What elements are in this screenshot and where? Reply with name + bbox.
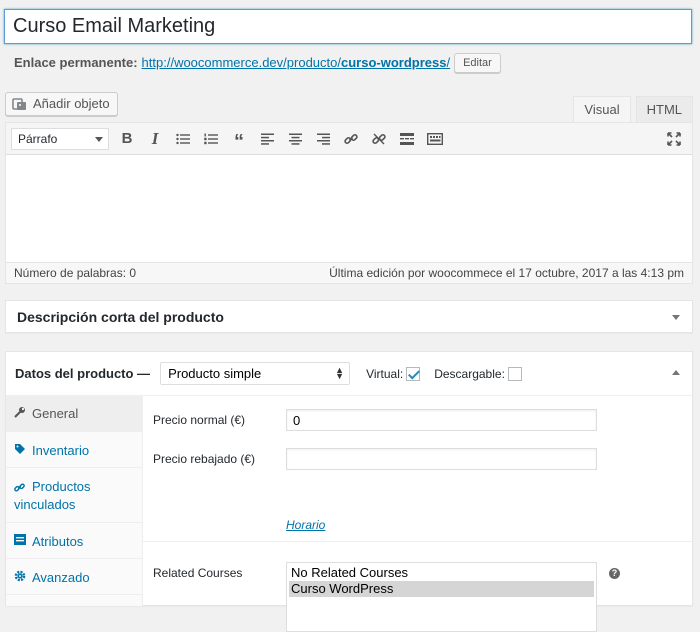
editor-toolbar: Párrafo B I “ <box>6 123 692 155</box>
align-center-icon[interactable] <box>281 126 309 152</box>
related-courses-label: Related Courses <box>153 566 243 580</box>
post-title-input[interactable] <box>4 9 692 44</box>
format-select[interactable]: Párrafo <box>11 127 109 150</box>
link-icon[interactable] <box>337 126 365 152</box>
chevron-down-icon <box>95 136 103 142</box>
editor-statusbar: Número de palabras: 0 Última edición por… <box>6 262 692 283</box>
product-type-select[interactable]: Producto simple ▲ ▼ <box>160 362 351 385</box>
short-description-title: Descripción corta del producto <box>17 309 224 325</box>
permalink-trailing: / <box>446 55 451 70</box>
product-tab-label: Productos vinculados <box>14 479 91 512</box>
add-media-label: Añadir objeto <box>33 96 110 111</box>
product-tab-general[interactable]: General <box>6 396 142 432</box>
product-data-body: General Inventario Productos vinculados … <box>6 396 692 632</box>
product-tab-advanced[interactable]: Avanzado <box>6 559 142 595</box>
last-edit-info: Última edición por woocommece el 17 octu… <box>329 266 684 280</box>
permalink-label: Enlace permanente: <box>14 55 138 70</box>
short-description-metabox[interactable]: Descripción corta del producto <box>5 300 693 333</box>
align-left-icon[interactable] <box>253 126 281 152</box>
product-tab-label: General <box>32 406 79 421</box>
downloadable-checkbox[interactable] <box>507 366 522 381</box>
downloadable-label: Descargable: <box>434 366 505 381</box>
permalink-row: Enlace permanente: http://woocommerce.de… <box>14 52 501 74</box>
tab-visual[interactable]: Visual <box>573 96 631 123</box>
permalink-slug: curso-wordpress <box>340 55 447 70</box>
product-data-tabs: General Inventario Productos vinculados … <box>6 396 143 606</box>
regular-price-input[interactable] <box>286 409 597 431</box>
help-icon[interactable]: ? <box>609 568 620 579</box>
general-panel: Precio normal (€) Precio rebajado (€) Ho… <box>143 396 692 632</box>
select-arrows-icon: ▲ ▼ <box>335 365 345 381</box>
link-icon <box>14 480 32 498</box>
permalink-link[interactable]: http://woocommerce.dev/producto/curso-wo… <box>142 52 451 74</box>
tab-html[interactable]: HTML <box>635 96 693 123</box>
bold-icon[interactable]: B <box>113 126 141 152</box>
schedule-link[interactable]: Horario <box>286 518 325 532</box>
related-course-option[interactable]: No Related Courses <box>289 565 594 581</box>
toolbar-toggle-icon[interactable] <box>421 126 449 152</box>
table-icon <box>14 534 32 548</box>
unlink-icon[interactable] <box>365 126 393 152</box>
related-course-option-selected[interactable]: Curso WordPress <box>289 581 594 597</box>
align-right-icon[interactable] <box>309 126 337 152</box>
panel-divider <box>143 541 692 542</box>
sale-price-label: Precio rebajado (€) <box>153 452 256 466</box>
virtual-label: Virtual: <box>366 366 404 381</box>
product-tab-label: Atributos <box>32 534 84 549</box>
add-media-icon <box>12 98 26 110</box>
content-editor: Párrafo B I “ Número de palabras: 0 Últi… <box>5 122 693 284</box>
format-select-value: Párrafo <box>18 131 58 146</box>
chevron-down-icon[interactable] <box>672 315 680 320</box>
gear-icon <box>14 570 32 585</box>
product-data-header: Datos del producto — Producto simple ▲ ▼ … <box>6 352 692 396</box>
related-courses-select[interactable]: No Related Courses Curso WordPress <box>286 562 597 632</box>
product-data-metabox: Datos del producto — Producto simple ▲ ▼ … <box>5 351 693 632</box>
product-tab-inventory[interactable]: Inventario <box>6 432 142 468</box>
sale-price-input[interactable] <box>286 448 597 470</box>
product-data-title: Datos del producto — <box>15 366 151 381</box>
fullscreen-icon[interactable] <box>660 126 688 152</box>
chevron-up-icon[interactable] <box>672 370 680 375</box>
editor-tabs: Visual HTML <box>568 96 693 123</box>
product-type-value: Producto simple <box>168 366 262 381</box>
permalink-base: http://woocommerce.dev/producto/ <box>141 55 341 70</box>
virtual-checkbox[interactable] <box>406 366 421 381</box>
regular-price-label: Precio normal (€) <box>153 413 246 427</box>
word-count: Número de palabras: 0 <box>14 266 137 280</box>
editor-content-area[interactable] <box>6 155 692 262</box>
product-tab-attributes[interactable]: Atributos <box>6 523 142 559</box>
product-tab-label: Avanzado <box>32 570 90 585</box>
add-media-button[interactable]: Añadir objeto <box>5 92 118 116</box>
product-tab-label: Inventario <box>32 443 90 458</box>
read-more-icon[interactable] <box>393 126 421 152</box>
italic-icon[interactable]: I <box>141 126 169 152</box>
blockquote-icon[interactable]: “ <box>225 126 253 152</box>
bulleted-list-icon[interactable] <box>169 126 197 152</box>
wrench-icon <box>14 406 32 421</box>
tag-icon <box>14 443 32 458</box>
numbered-list-icon[interactable] <box>197 126 225 152</box>
product-tab-linked-products[interactable]: Productos vinculados <box>6 468 142 523</box>
edit-permalink-button[interactable]: Editar <box>454 53 501 73</box>
